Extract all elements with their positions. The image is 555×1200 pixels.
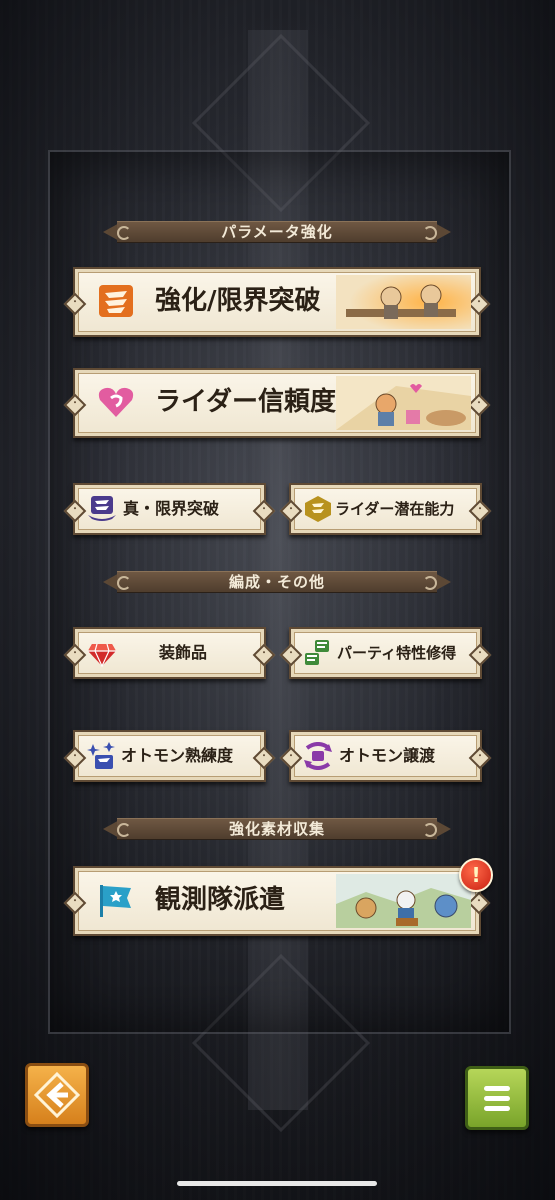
button-label: パーティ特性修得 <box>337 644 457 662</box>
alert-badge: ! <box>459 858 493 892</box>
home-indicator <box>177 1181 377 1186</box>
button-label: オトモン熟練度 <box>121 746 234 765</box>
red-gem-icon <box>87 639 117 667</box>
observation-dispatch-button[interactable]: 観測隊派遣 ! <box>63 858 493 936</box>
rider-potential-button[interactable]: ライダー潜在能力 <box>279 483 492 535</box>
section-title: 強化素材収集 <box>228 820 325 838</box>
expedition-scene-illustration <box>336 874 471 928</box>
menu-button[interactable] <box>465 1066 529 1130</box>
section-header-formation: 編成・その他 <box>103 571 451 593</box>
orange-claw-icon <box>97 283 135 319</box>
green-claw-icon <box>303 639 333 667</box>
purple-winged-claw-icon <box>87 495 117 523</box>
forge-scene-illustration <box>336 275 471 329</box>
button-label: 真・限界突破 <box>123 499 220 518</box>
rider-gift-scene-illustration <box>336 376 471 430</box>
button-label: 観測隊派遣 <box>155 885 286 915</box>
otomon-proficiency-button[interactable]: オトモン熟練度 <box>63 730 276 782</box>
back-arrow-icon <box>33 1071 81 1119</box>
button-label: 強化/限界突破 <box>155 286 321 316</box>
true-limit-break-button[interactable]: 真・限界突破 <box>63 483 276 535</box>
pink-heart-icon <box>97 384 135 420</box>
section-title: 編成・その他 <box>228 573 325 591</box>
enhance-limit-break-button[interactable]: 強化/限界突破 <box>63 267 491 337</box>
button-label: オトモン譲渡 <box>339 746 436 765</box>
party-trait-button[interactable]: パーティ特性修得 <box>279 627 492 679</box>
rider-trust-button[interactable]: ライダー信頼度 <box>63 368 491 438</box>
decorations-button[interactable]: 装飾品 <box>63 627 276 679</box>
section-header-parameter: パラメータ強化 <box>103 221 451 243</box>
purple-transfer-icon <box>303 742 333 770</box>
section-header-materials: 強化素材収集 <box>103 818 451 840</box>
button-label: 装飾品 <box>159 643 208 662</box>
gold-hexagon-icon <box>303 495 333 523</box>
button-label: ライダー潜在能力 <box>335 500 455 518</box>
back-button[interactable] <box>25 1063 89 1127</box>
blue-flag-icon <box>97 882 135 918</box>
otomon-transfer-button[interactable]: オトモン譲渡 <box>279 730 492 782</box>
hamburger-menu-icon <box>484 1086 510 1111</box>
button-label: ライダー信頼度 <box>155 387 336 417</box>
blue-sparkle-icon <box>87 742 117 770</box>
section-title: パラメータ強化 <box>221 223 333 241</box>
